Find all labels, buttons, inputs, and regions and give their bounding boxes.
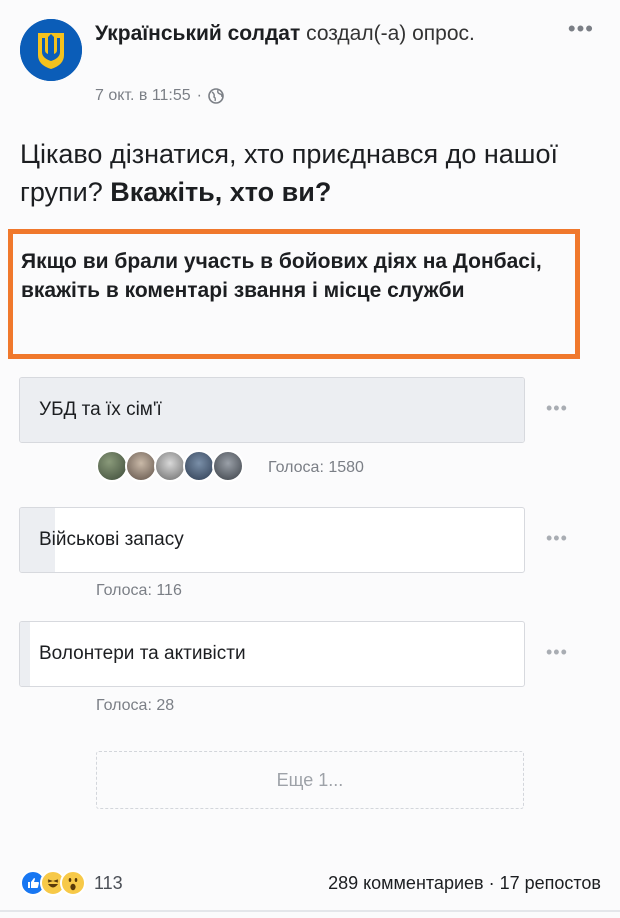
voter-avatar xyxy=(212,450,244,482)
post-more-options-button[interactable]: ••• xyxy=(568,18,594,40)
poll-option-2-votes[interactable]: Голоса: 116 xyxy=(96,582,182,600)
trident-emblem-icon xyxy=(20,19,82,81)
voter-avatar xyxy=(125,450,157,482)
reactions-count: 113 xyxy=(94,872,123,893)
voter-avatar xyxy=(183,450,215,482)
poll-option-1-label: УБД та їх сім'ї xyxy=(39,399,162,420)
poll-option-1-votes[interactable]: Голоса: 1580 xyxy=(268,459,364,477)
meta-separator: · xyxy=(196,87,202,104)
comments-shares-stats[interactable]: 289 комментариев · 17 репостов xyxy=(328,873,601,894)
author-action: создал(-а) опрос. xyxy=(300,22,475,45)
poll-option-1-voters[interactable] xyxy=(96,450,244,482)
reactions-summary[interactable]: 113 xyxy=(20,870,123,896)
poll-option-1[interactable]: УБД та їх сім'ї xyxy=(19,377,525,443)
poll-option-3-votes[interactable]: Голоса: 28 xyxy=(96,697,174,715)
poll-option-1-more-button[interactable]: ••• xyxy=(546,398,568,419)
author-name[interactable]: Український солдат xyxy=(95,22,300,45)
poll-option-3-more-button[interactable]: ••• xyxy=(546,642,568,663)
poll-more-options-button[interactable]: Еще 1... xyxy=(96,751,524,809)
post-footer: 113 289 комментариев · 17 репостов xyxy=(0,860,620,906)
poll-option-3[interactable]: Волонтери та активісти xyxy=(19,621,525,687)
post-author-line: Український солдат создал(-а) опрос. xyxy=(95,20,535,47)
globe-icon xyxy=(208,88,224,104)
poll-option-2-label: Військові запасу xyxy=(39,529,184,550)
voter-avatar xyxy=(96,450,128,482)
post-text: Цікаво дізнатися, хто приєднався до нашо… xyxy=(20,135,610,211)
post-meta: 7 окт. в 11:55 · xyxy=(95,87,224,105)
highlight-note: Якщо ви брали участь в бойових діях на Д… xyxy=(8,229,580,359)
poll-option-3-fill xyxy=(20,622,31,686)
footer-divider xyxy=(0,910,620,912)
wow-icon xyxy=(60,870,86,896)
poll-option-2[interactable]: Військові запасу xyxy=(19,507,525,573)
poll-option-2-more-button[interactable]: ••• xyxy=(546,528,568,549)
poll-option-3-label: Волонтери та активісти xyxy=(39,643,246,664)
voter-avatar xyxy=(154,450,186,482)
post-timestamp[interactable]: 7 окт. в 11:55 xyxy=(95,87,191,105)
question-bold-text: Вкажіть, хто ви? xyxy=(110,177,332,207)
post-header: Український солдат создал(-а) опрос. 7 о… xyxy=(0,0,620,120)
group-avatar[interactable] xyxy=(20,19,82,81)
